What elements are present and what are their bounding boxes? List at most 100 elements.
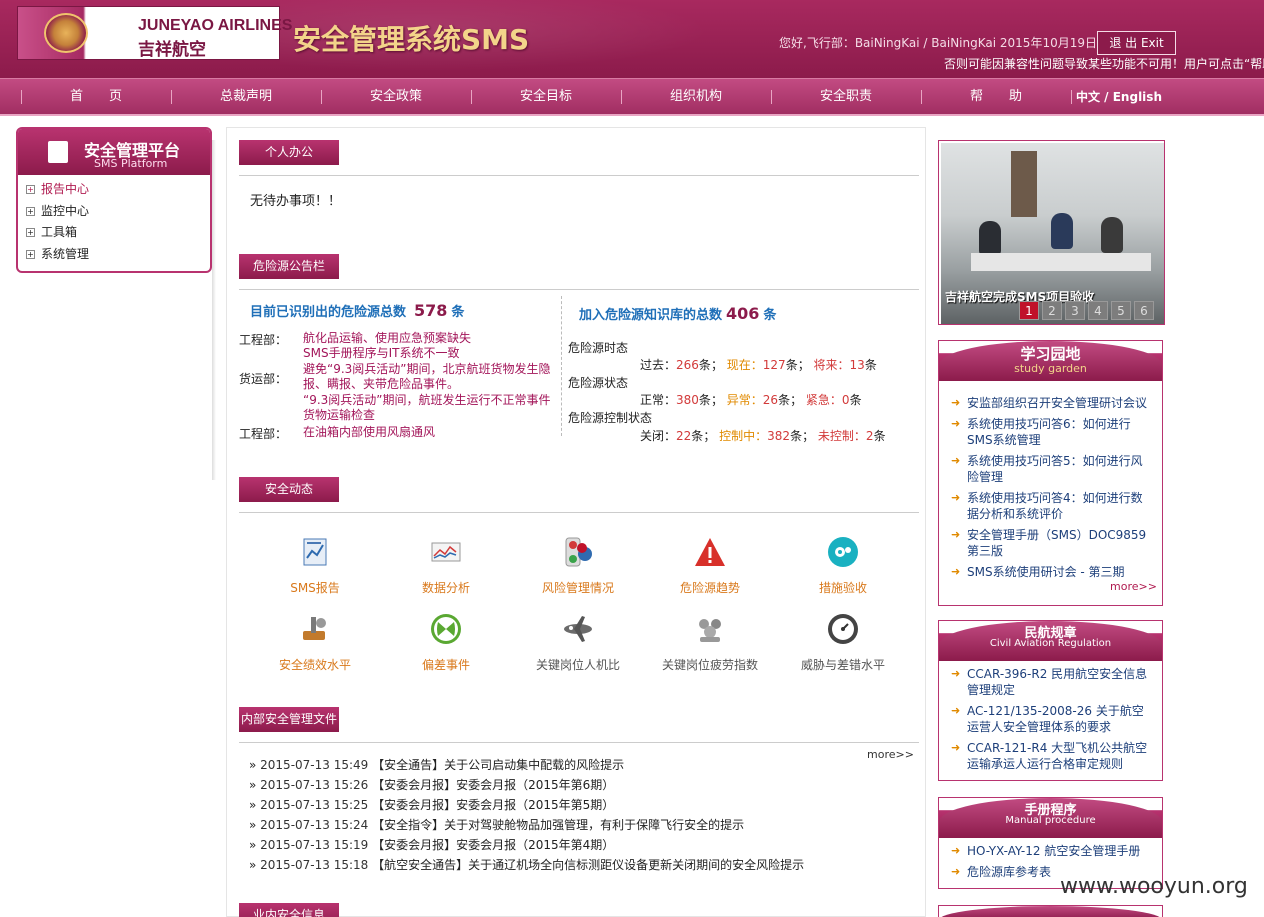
slide-page-3[interactable]: 3	[1065, 301, 1085, 320]
slide-page-6[interactable]: 6	[1134, 301, 1154, 320]
doc-title[interactable]: 【安委会月报】安委会月报（2015年第4期）	[372, 838, 614, 852]
sidebar-item-report-center[interactable]: + 报告中心	[26, 180, 89, 197]
controlling-count[interactable]: 382	[767, 429, 790, 443]
doc-row[interactable]: » 2015-07-13 15:26 【安委会月报】安委会月报（2015年第6期…	[249, 776, 614, 793]
nav-help[interactable]: 帮 助	[921, 79, 1071, 115]
now-count[interactable]: 127	[763, 358, 786, 372]
dyn-safety-performance[interactable]: 安全绩效水平	[255, 613, 375, 673]
hazard-item[interactable]: “9.3阅兵活动”期间，航班发生运行不正常事件货物运输检查	[303, 393, 551, 423]
expand-icon[interactable]: +	[26, 207, 35, 216]
nav-home[interactable]: 首 页	[21, 79, 171, 115]
doc-title[interactable]: 【安委会月报】安委会月报（2015年第6期）	[372, 778, 614, 792]
sidebar-item-system-management[interactable]: + 系统管理	[26, 245, 89, 262]
doc-row[interactable]: » 2015-07-13 15:49 【安全通告】关于公司启动集中配载的风险提示	[249, 756, 624, 773]
slide-page-2[interactable]: 2	[1042, 301, 1062, 320]
study-item[interactable]: ➜ 安全管理手册（SMS）DOC9859第三版	[951, 527, 1151, 559]
study-item-label[interactable]: 安全管理手册（SMS）DOC9859第三版	[967, 528, 1146, 558]
exit-button[interactable]: 退 出 Exit	[1097, 31, 1176, 55]
airline-name-en: JUNEYAO AIRLINES	[138, 17, 293, 34]
manual-item-label[interactable]: 危险源库参考表	[967, 865, 1051, 879]
language-switch[interactable]: 中文 / English	[1076, 79, 1162, 115]
sidebar-item-toolbox[interactable]: + 工具箱	[26, 223, 77, 240]
regulation-item[interactable]: ➜ AC-121/135-2008-26 关于航空运营人安全管理体系的要求	[951, 703, 1151, 735]
slide-page-5[interactable]: 5	[1111, 301, 1131, 320]
hazard-item[interactable]: 航化品运输、使用应急预案缺失	[303, 331, 551, 346]
regulation-item[interactable]: ➜ CCAR-121-R4 大型飞机公共航空运输承运人运行合格审定规则	[951, 740, 1151, 772]
doc-row[interactable]: » 2015-07-13 15:19 【安委会月报】安委会月报（2015年第4期…	[249, 836, 614, 853]
manual-item-label[interactable]: HO-YX-AY-12 航空安全管理手册	[967, 844, 1140, 858]
expand-icon[interactable]: +	[26, 250, 35, 259]
butterfly-icon	[431, 614, 461, 644]
hazard-item[interactable]: SMS手册程序与IT系统不一致	[303, 346, 551, 361]
sidebar-item-monitor-center[interactable]: + 监控中心	[26, 202, 89, 219]
dyn-measure-acceptance[interactable]: 措施验收	[783, 536, 903, 596]
dyn-deviation-event[interactable]: 偏差事件	[386, 613, 506, 673]
past-count[interactable]: 266	[676, 358, 699, 372]
dyn-threat-error-level[interactable]: 威胁与差错水平	[783, 613, 903, 673]
study-title: 学习园地	[1020, 345, 1081, 363]
regulation-item-label[interactable]: CCAR-396-R2 民用航空安全信息管理规定	[967, 667, 1147, 697]
study-item[interactable]: ➜ 安监部组织召开安全管理研讨会议	[951, 395, 1151, 411]
docs-more-link[interactable]: more>>	[867, 748, 914, 761]
identified-count: 578	[414, 301, 448, 320]
tab-internal-docs[interactable]: 内部安全管理文件	[239, 707, 339, 732]
doc-title[interactable]: 【安委会月报】安委会月报（2015年第5期）	[372, 798, 614, 812]
study-item-label[interactable]: 安监部组织召开安全管理研讨会议	[967, 396, 1147, 410]
study-item[interactable]: ➜ SMS系统使用研讨会 - 第三期	[951, 564, 1151, 580]
dyn-fatigue-index[interactable]: 关键岗位疲劳指数	[650, 613, 770, 673]
tab-hazard-board[interactable]: 危险源公告栏	[239, 254, 339, 279]
manual-header: 手册程序 Manual procedure	[939, 798, 1162, 838]
uncontrolled-count[interactable]: 2	[866, 429, 874, 443]
traffic-light-icon	[565, 537, 592, 567]
doc-title[interactable]: 【航空安全通告】关于通辽机场全向信标测距仪设备更新关闭期间的安全风险提示	[372, 858, 804, 872]
doc-row[interactable]: » 2015-07-13 15:24 【安全指令】关于对驾驶舱物品加强管理，有利…	[249, 816, 744, 833]
study-item-label[interactable]: 系统使用技巧问答4：如何进行数据分析和系统评价	[967, 491, 1143, 521]
tab-safety-dynamics[interactable]: 安全动态	[239, 477, 339, 502]
expand-icon[interactable]: +	[26, 228, 35, 237]
nav-safety-goals[interactable]: 安全目标	[471, 79, 621, 115]
abnormal-count[interactable]: 26	[763, 393, 778, 407]
dyn-data-analysis[interactable]: 数据分析	[386, 536, 506, 596]
study-item-label[interactable]: 系统使用技巧问答5：如何进行风险管理	[967, 454, 1143, 484]
photo-person	[1101, 217, 1123, 253]
doc-row[interactable]: » 2015-07-13 15:25 【安委会月报】安委会月报（2015年第5期…	[249, 796, 614, 813]
study-item[interactable]: ➜ 系统使用技巧问答5：如何进行风险管理	[951, 453, 1151, 485]
identified-hazards-total[interactable]: 目前已识别出的危险源总数 578 条	[250, 301, 464, 320]
dyn-risk-management[interactable]: 风险管理情况	[518, 536, 638, 596]
regulation-item[interactable]: ➜ CCAR-396-R2 民用航空安全信息管理规定	[951, 666, 1151, 698]
knowledge-base-total[interactable]: 加入危险源知识库的总数 406 条	[579, 304, 776, 323]
study-more-link[interactable]: more>>	[1110, 580, 1157, 593]
tab-industry-safety-info[interactable]: 业内安全信息	[239, 903, 339, 917]
hazard-item[interactable]: 避免“9.3阅兵活动”期间，北京航班货物发生隐报、瞒报、夹带危险品事件。	[303, 362, 551, 392]
slide-page-4[interactable]: 4	[1088, 301, 1108, 320]
hazard-item[interactable]: 在油箱内部使用风扇通风	[303, 425, 551, 440]
nav-organization[interactable]: 组织机构	[621, 79, 771, 115]
normal-count[interactable]: 380	[676, 393, 699, 407]
slide-page-1[interactable]: 1	[1019, 301, 1039, 320]
study-item-label[interactable]: 系统使用技巧问答6：如何进行SMS系统管理	[967, 417, 1131, 447]
tab-personal-office[interactable]: 个人办公	[239, 140, 339, 165]
study-item[interactable]: ➜ 系统使用技巧问答6：如何进行SMS系统管理	[951, 416, 1151, 448]
manual-item[interactable]: ➜ HO-YX-AY-12 航空安全管理手册	[951, 843, 1151, 859]
dyn-sms-report[interactable]: SMS报告	[255, 536, 375, 596]
study-item[interactable]: ➜ 系统使用技巧问答4：如何进行数据分析和系统评价	[951, 490, 1151, 522]
expand-icon[interactable]: +	[26, 185, 35, 194]
future-count[interactable]: 13	[850, 358, 865, 372]
regulation-item-label[interactable]: AC-121/135-2008-26 关于航空运营人安全管理体系的要求	[967, 704, 1144, 734]
doc-title[interactable]: 【安全通告】关于公司启动集中配载的风险提示	[372, 758, 624, 772]
dyn-hazard-trend[interactable]: 危险源趋势	[650, 536, 770, 596]
identified-label: 目前已识别出的危险源总数	[250, 305, 407, 320]
regulation-item-label[interactable]: CCAR-121-R4 大型飞机公共航空运输承运人运行合格审定规则	[967, 741, 1147, 771]
nav-safety-duties[interactable]: 安全职责	[771, 79, 921, 115]
doc-title[interactable]: 【安全指令】关于对驾驶舱物品加强管理，有利于保障飞行安全的提示	[372, 818, 744, 832]
dyn-label: SMS报告	[290, 581, 340, 595]
closed-count[interactable]: 22	[676, 429, 691, 443]
nav-ceo-statement[interactable]: 总裁声明	[171, 79, 321, 115]
dyn-key-post-ratio[interactable]: 关键岗位人机比	[518, 613, 638, 673]
doc-row[interactable]: » 2015-07-13 15:18 【航空安全通告】关于通辽机场全向信标测距仪…	[249, 856, 804, 873]
news-slideshow[interactable]: 吉祥航空完成SMS项目验收 1 2 3 4 5 6	[938, 140, 1165, 325]
nav-safety-policy[interactable]: 安全政策	[321, 79, 471, 115]
study-item-label[interactable]: SMS系统使用研讨会 - 第三期	[967, 565, 1125, 579]
stat-time-label: 危险源时态	[568, 341, 629, 355]
urgent-count[interactable]: 0	[842, 393, 850, 407]
